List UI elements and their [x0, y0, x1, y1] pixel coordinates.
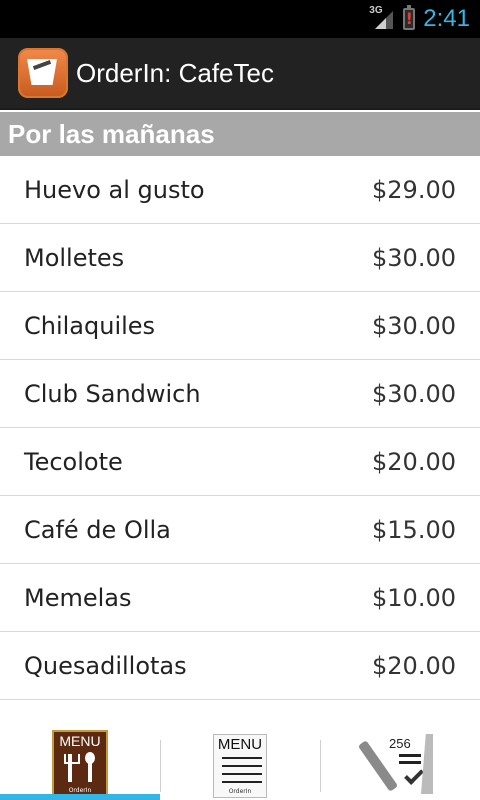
- spoon-icon: [85, 752, 95, 782]
- menu-sheet-label: MENU: [217, 736, 263, 753]
- status-icons: 3G ! 2:41: [369, 4, 470, 34]
- tab-order[interactable]: 256: [320, 734, 480, 800]
- coffee-cup-icon: [27, 59, 57, 85]
- menu-item-tecolote[interactable]: Tecolote $20.00: [0, 428, 480, 496]
- menu-item-name: Huevo al gusto: [24, 175, 205, 204]
- status-clock: 2:41: [423, 5, 470, 32]
- checkmark-icon: [404, 765, 424, 785]
- order-pad-icon: 256: [357, 734, 435, 798]
- menu-item-name: Memelas: [24, 583, 132, 612]
- fork-icon: [64, 754, 80, 782]
- tab-menu-list[interactable]: MENU OrderIn: [160, 734, 320, 800]
- menu-book-caption: OrderIn: [68, 787, 92, 794]
- tab-menu[interactable]: MENU OrderIn: [0, 730, 160, 800]
- menu-item-name: Café de Olla: [24, 515, 171, 544]
- menu-item-price: $20.00: [372, 447, 456, 476]
- menu-item-name: Molletes: [24, 243, 125, 272]
- menu-item-name: Quesadillotas: [24, 651, 187, 680]
- section-header: Por las mañanas: [0, 112, 480, 156]
- app-title: OrderIn: CafeTec: [76, 57, 274, 88]
- cafetec-app-icon[interactable]: [18, 48, 68, 98]
- menu-item-club-sandwich[interactable]: Club Sandwich $30.00: [0, 360, 480, 428]
- menu-item-memelas[interactable]: Memelas $10.00: [0, 564, 480, 632]
- menu-book-icon: MENU OrderIn: [52, 730, 108, 798]
- bottom-tab-bar: MENU OrderIn MENU OrderIn 256: [0, 730, 480, 800]
- menu-item-quesadillotas[interactable]: Quesadillotas $20.00: [0, 632, 480, 700]
- menu-item-price: $30.00: [372, 243, 456, 272]
- menu-item-price: $30.00: [372, 379, 456, 408]
- menu-item-price: $15.00: [372, 515, 456, 544]
- menu-item-name: Tecolote: [24, 447, 123, 476]
- menu-sheet-caption: OrderIn: [228, 788, 252, 795]
- signal-icon: 3G: [369, 5, 395, 31]
- menu-item-price: $10.00: [372, 583, 456, 612]
- menu-item-price: $20.00: [372, 651, 456, 680]
- order-count: 256: [389, 736, 411, 751]
- menu-item-cafe-de-olla[interactable]: Café de Olla $15.00: [0, 496, 480, 564]
- menu-item-name: Chilaquiles: [24, 311, 156, 340]
- menu-item-chilaquiles[interactable]: Chilaquiles $30.00: [0, 292, 480, 360]
- menu-book-label: MENU: [59, 733, 101, 749]
- battery-alert-icon: !: [403, 5, 416, 30]
- menu-item-molletes[interactable]: Molletes $30.00: [0, 224, 480, 292]
- menu-sheet-icon: MENU OrderIn: [213, 734, 267, 798]
- status-bar: 3G ! 2:41: [0, 0, 480, 38]
- signal-bars-icon: [375, 11, 394, 29]
- menu-item-price: $30.00: [372, 311, 456, 340]
- menu-item-name: Club Sandwich: [24, 379, 201, 408]
- menu-item-price: $29.00: [372, 175, 456, 204]
- menu-list[interactable]: Huevo al gusto $29.00 Molletes $30.00 Ch…: [0, 156, 480, 736]
- menu-item-huevo[interactable]: Huevo al gusto $29.00: [0, 156, 480, 224]
- action-bar: OrderIn: CafeTec: [0, 38, 480, 110]
